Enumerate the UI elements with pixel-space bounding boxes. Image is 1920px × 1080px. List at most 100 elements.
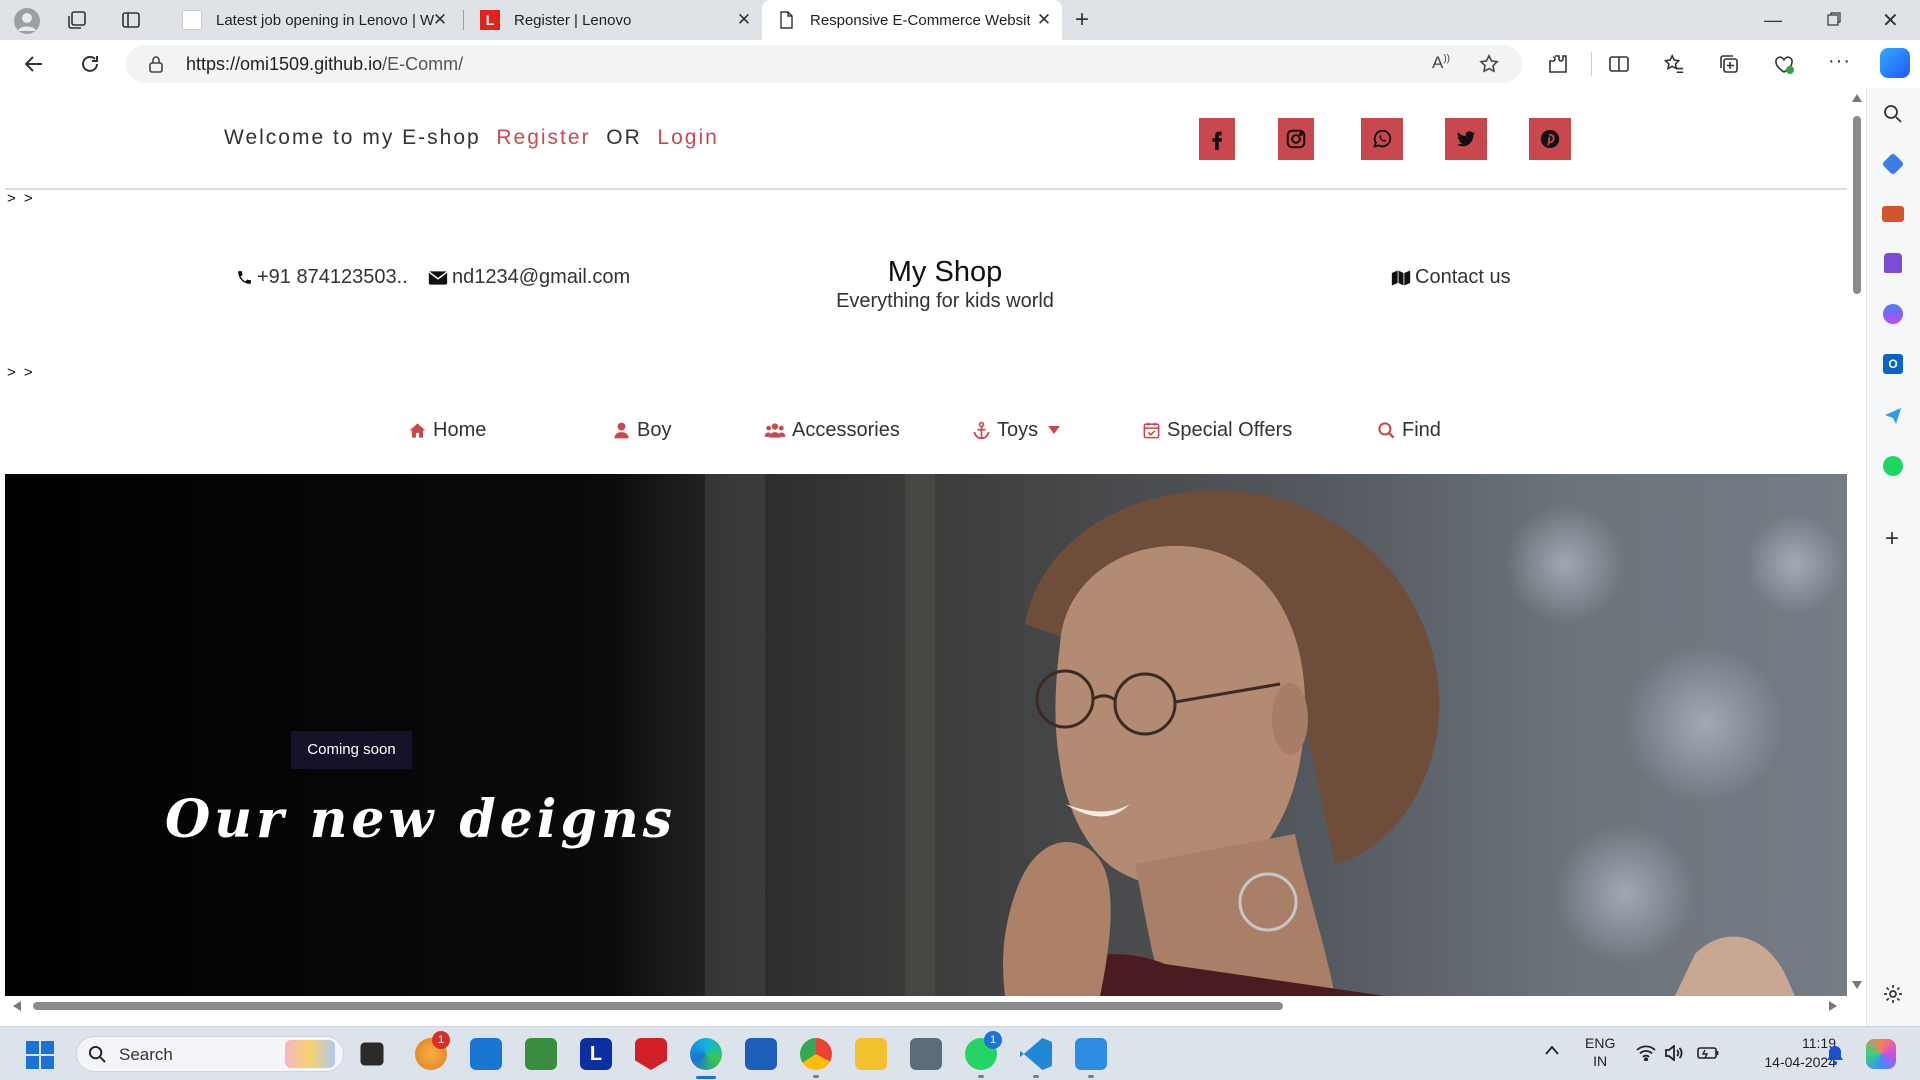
instagram-icon[interactable] — [1278, 118, 1314, 160]
microsoft-365-icon[interactable] — [1883, 304, 1903, 324]
horizontal-scroll-thumb[interactable] — [33, 1002, 1283, 1010]
hero-headline: Our new deigns — [165, 789, 676, 850]
minimize-icon[interactable]: — — [1764, 10, 1782, 31]
tab-lenovo-jobs[interactable]: Latest job opening in Lenovo | W ✕ — [168, 0, 458, 40]
whatsapp-icon[interactable] — [1361, 118, 1403, 160]
games-icon[interactable] — [1884, 253, 1902, 273]
vscode-icon[interactable] — [1020, 1038, 1052, 1070]
scroll-right-icon[interactable] — [1829, 1001, 1837, 1011]
nav-special-offers[interactable]: Special Offers — [1142, 415, 1292, 445]
tools-briefcase-icon[interactable] — [1882, 206, 1904, 222]
battery-icon[interactable] — [1697, 1047, 1719, 1059]
coming-soon-badge: Coming soon — [291, 731, 412, 769]
active-app-indicator — [696, 1076, 716, 1079]
contact-text: Contact us — [1415, 266, 1511, 288]
file-explorer-icon[interactable] — [855, 1038, 887, 1070]
task-view-icon[interactable] — [360, 1042, 384, 1066]
pinterest-icon[interactable] — [1529, 118, 1571, 160]
send-icon[interactable] — [1883, 406, 1903, 426]
clock[interactable]: 11:19 14-04-2024 — [1762, 1034, 1836, 1072]
mcafee-icon[interactable] — [635, 1038, 667, 1070]
lenovo-app-icon[interactable]: L — [580, 1038, 612, 1070]
copilot-taskbar-icon[interactable] — [1866, 1039, 1896, 1069]
sidebar-settings-icon[interactable] — [1883, 984, 1903, 1004]
back-icon[interactable] — [22, 52, 46, 76]
welcome-text: Welcome to my E-shop — [224, 126, 481, 149]
nav-accessories[interactable]: Accessories — [764, 415, 900, 445]
volume-icon[interactable] — [1664, 1045, 1684, 1061]
url-path: /E-Comm/ — [382, 54, 464, 74]
chess-app-icon[interactable] — [525, 1038, 557, 1070]
register-link[interactable]: Register — [496, 126, 590, 149]
read-aloud-icon[interactable]: A)) — [1432, 53, 1450, 73]
browser-essentials-icon[interactable] — [1773, 53, 1795, 75]
calculator-icon[interactable] — [910, 1038, 942, 1070]
email-text: nd1234@gmail.com — [452, 266, 631, 288]
refresh-icon[interactable] — [78, 52, 102, 76]
nav-label: Special Offers — [1167, 418, 1293, 441]
profile-icon[interactable] — [14, 8, 40, 34]
stray-text: > > — [7, 190, 35, 207]
favorites-icon[interactable] — [1663, 53, 1685, 75]
vertical-scroll-thumb[interactable] — [1853, 116, 1861, 294]
nav-label: Accessories — [792, 418, 900, 441]
windows-start-icon[interactable] — [26, 1041, 54, 1069]
more-menu-icon[interactable]: ··· — [1828, 50, 1851, 73]
scroll-up-icon[interactable] — [1852, 94, 1862, 102]
close-tab-icon[interactable]: ✕ — [1034, 10, 1054, 30]
tab-lenovo-register[interactable]: L Register | Lenovo ✕ — [466, 0, 762, 40]
close-tab-icon[interactable]: ✕ — [734, 10, 754, 30]
search-icon — [88, 1045, 106, 1063]
microsoft-store-icon[interactable] — [745, 1038, 777, 1070]
collections-icon[interactable] — [1718, 53, 1740, 75]
shopping-tag-icon[interactable] — [1881, 152, 1905, 176]
twitter-icon[interactable] — [1445, 118, 1487, 160]
notification-badge: 1 — [432, 1031, 450, 1049]
close-window-icon[interactable]: ✕ — [1882, 8, 1899, 33]
nav-boy[interactable]: Boy — [612, 415, 671, 445]
outlook-icon[interactable]: O — [1883, 354, 1903, 374]
phone-contact[interactable]: +91 874123503.. — [236, 266, 408, 289]
cortana-app-icon[interactable] — [470, 1038, 502, 1070]
caret-down-icon — [1048, 426, 1061, 434]
close-tab-icon[interactable]: ✕ — [430, 10, 450, 30]
login-link[interactable]: Login — [657, 126, 718, 149]
horizontal-scrollbar[interactable] — [5, 996, 1847, 1014]
extensions-icon[interactable] — [1547, 53, 1569, 75]
sidebar-search-icon[interactable] — [1883, 104, 1903, 124]
email-contact[interactable]: nd1234@gmail.com — [428, 266, 630, 289]
lock-icon[interactable] — [148, 55, 164, 73]
contact-us-link[interactable]: Contact us — [1391, 266, 1511, 289]
edge-browser-icon[interactable] — [690, 1038, 722, 1070]
workspaces-icon[interactable] — [66, 9, 88, 31]
show-hidden-icons-icon[interactable] — [1545, 1045, 1559, 1055]
tab-ecommerce[interactable]: Responsive E-Commerce Website ✕ — [762, 0, 1062, 40]
notepad-icon[interactable] — [1075, 1038, 1107, 1070]
chrome-icon[interactable] — [800, 1038, 832, 1070]
add-sidebar-app-icon[interactable]: + — [1885, 527, 1899, 551]
nav-home[interactable]: Home — [408, 415, 486, 445]
restore-icon[interactable] — [1826, 11, 1842, 27]
copilot-icon[interactable] — [1880, 48, 1910, 78]
address-bar[interactable]: https://omi1509.github.io/E-Comm/ A)) — [126, 45, 1522, 83]
taskbar-search-box[interactable]: Search — [76, 1036, 344, 1072]
wifi-icon[interactable] — [1636, 1045, 1656, 1061]
favorite-star-icon[interactable] — [1478, 53, 1500, 75]
split-screen-icon[interactable] — [1608, 53, 1630, 75]
calendar-check-icon — [1143, 422, 1160, 438]
tab-actions-icon[interactable] — [120, 9, 142, 31]
scroll-down-icon[interactable] — [1852, 981, 1862, 989]
new-tab-icon[interactable]: + — [1075, 8, 1089, 32]
url-text[interactable]: https://omi1509.github.io/E-Comm/ — [186, 54, 463, 75]
clock-time: 11:19 — [1802, 1035, 1836, 1051]
vertical-scrollbar[interactable] — [1847, 88, 1866, 996]
nav-toys-dropdown[interactable]: Toys — [972, 415, 1061, 445]
user-icon — [614, 422, 629, 438]
nav-find[interactable]: Find — [1377, 415, 1441, 445]
clock-date: 14-04-2024 — [1764, 1054, 1836, 1070]
language-indicator[interactable]: ENG IN — [1585, 1034, 1615, 1070]
spotify-icon[interactable] — [1883, 456, 1903, 476]
notification-bell-icon[interactable] — [1826, 1045, 1844, 1065]
facebook-icon[interactable] — [1199, 118, 1235, 160]
scroll-left-icon[interactable] — [13, 1001, 21, 1011]
